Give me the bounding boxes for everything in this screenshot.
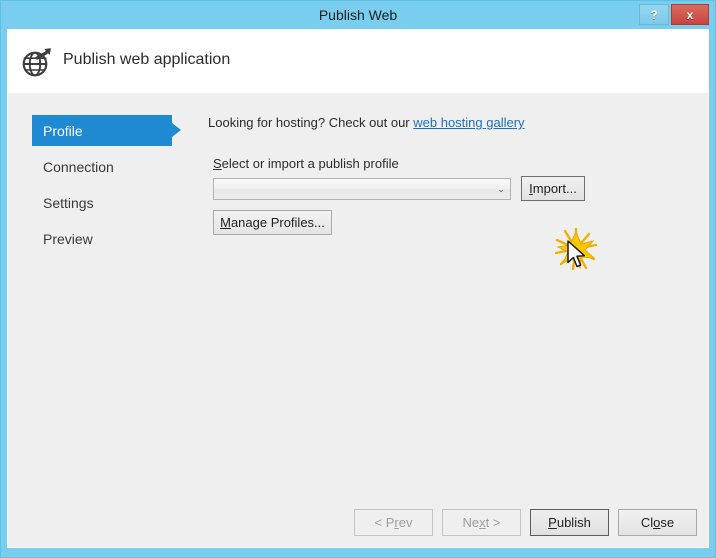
accel-letter: o	[653, 515, 661, 530]
sidebar-item-profile[interactable]: Profile	[8, 115, 190, 146]
button-label-pre: Ne	[462, 515, 480, 530]
sidebar-item-connection[interactable]: Connection	[8, 151, 190, 182]
dialog-footer: < Pr ev Ne x t > Publish Cl o se	[8, 509, 708, 536]
sidebar-item-label: Connection	[43, 158, 114, 175]
chevron-down-icon[interactable]: ⌄	[492, 179, 510, 199]
manage-profiles-button[interactable]: Manage Profiles...	[213, 210, 332, 235]
hosting-prompt-text: Looking for hosting? Check out our	[208, 115, 414, 130]
button-label-pre: Cl	[640, 515, 654, 530]
sidebar-item-label: Profile	[43, 122, 83, 139]
next-button[interactable]: Ne x t >	[442, 509, 521, 536]
label-rest: elect or import a publish profile	[221, 156, 399, 171]
chevron-right-icon	[172, 123, 181, 137]
web-hosting-gallery-link[interactable]: web hosting gallery	[413, 115, 524, 130]
button-label-rest: anage Profiles...	[230, 215, 325, 230]
sidebar-item-settings[interactable]: Settings	[8, 187, 190, 218]
publish-profile-combobox[interactable]: ⌄	[213, 178, 511, 200]
accel-letter: M	[220, 215, 231, 230]
arrow-cursor-icon	[566, 240, 588, 270]
sidebar-item-label: Preview	[43, 230, 93, 247]
button-label-post: ev	[398, 515, 413, 530]
publish-web-dialog: Publish Web ? x Publish web application	[0, 0, 716, 558]
button-label-rest: mport...	[532, 181, 577, 196]
button-label-post: ublish	[556, 515, 591, 530]
profile-select-row: ⌄ Import...	[213, 176, 705, 201]
wizard-step-nav: Profile Connection Settings Preview	[8, 115, 190, 259]
hosting-prompt: Looking for hosting? Check out our web h…	[208, 115, 705, 130]
sidebar-item-preview[interactable]: Preview	[8, 223, 190, 254]
profile-step-panel: Looking for hosting? Check out our web h…	[205, 115, 705, 235]
close-icon-button[interactable]: x	[671, 4, 709, 25]
close-dialog-button[interactable]: Cl o se	[618, 509, 697, 536]
accel-letter: P	[548, 515, 557, 530]
import-button[interactable]: Import...	[521, 176, 585, 201]
sidebar-item-label: Settings	[43, 194, 94, 211]
help-icon-button[interactable]: ?	[639, 4, 669, 25]
prev-button[interactable]: < Pr ev	[354, 509, 433, 536]
button-label-post: t >	[485, 515, 501, 530]
globe-publish-icon	[20, 45, 54, 79]
button-label-post: se	[660, 515, 675, 530]
button-label-pre: < P	[374, 515, 395, 530]
page-title: Publish web application	[63, 51, 231, 68]
title-bar[interactable]: Publish Web ? x	[1, 1, 715, 29]
select-profile-label: Select or import a publish profile	[213, 156, 705, 171]
accel-letter: S	[213, 156, 222, 171]
dialog-header: Publish web application	[8, 30, 708, 93]
dialog-client-area: Publish web application Profile Connecti…	[7, 29, 709, 548]
publish-button[interactable]: Publish	[530, 509, 609, 536]
window-title: Publish Web	[318, 7, 398, 23]
